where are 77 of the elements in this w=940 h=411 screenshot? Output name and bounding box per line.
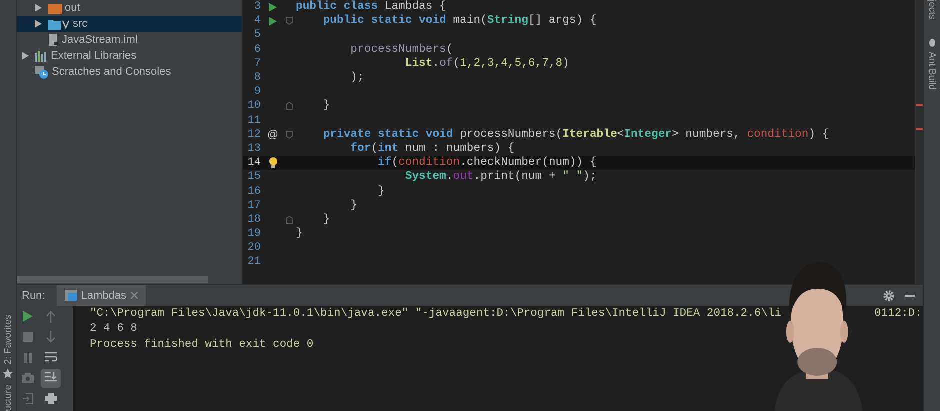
scratches-icon bbox=[35, 66, 49, 78]
line-number: 12 bbox=[246, 128, 261, 141]
minimize-icon[interactable] bbox=[905, 294, 915, 296]
console-line: Process finished with exit code 0 bbox=[90, 338, 314, 353]
line-number: 20 bbox=[246, 242, 261, 254]
code-line: for(int num : numbers) { bbox=[350, 142, 515, 155]
tree-item[interactable]: out bbox=[17, 0, 242, 16]
tool-window-tab[interactable]: 2: Favorites bbox=[2, 314, 14, 379]
console-line: 2 4 6 8 bbox=[90, 323, 138, 338]
code-line: public static void main(String[] args) { bbox=[322, 15, 597, 28]
line-number: 17 bbox=[246, 200, 261, 212]
run-tab[interactable]: Lambdas bbox=[57, 284, 146, 306]
console-line: "C:\Program Files\Java\jdk-11.0.1\bin\java.exe" "-javaagent:D:\Program Files\IntelliJ IDEA 2018.2.6\li bbox=[90, 308, 782, 322]
down-arrow-icon bbox=[46, 331, 56, 343]
code-line: } bbox=[322, 214, 330, 226]
wrap-icon bbox=[45, 352, 57, 363]
line-number: 18 bbox=[246, 214, 261, 226]
fold-icon[interactable] bbox=[286, 102, 292, 110]
console-line: 0112:D: bbox=[874, 308, 923, 322]
line-number: 10 bbox=[246, 100, 261, 112]
tree-item[interactable]: src bbox=[17, 16, 242, 32]
tool-window-tab[interactable]: ucture bbox=[2, 384, 14, 411]
tool-window-tab[interactable]: jects bbox=[926, 0, 938, 20]
code-line: System.out.print(num + " "); bbox=[404, 171, 597, 184]
code-line: private static void processNumbers(Iterable<Integer> numbers, condition) { bbox=[322, 128, 830, 141]
code-line: processNumbers( bbox=[350, 44, 454, 56]
line-number: 11 bbox=[246, 114, 261, 127]
run-label: Run: bbox=[22, 290, 46, 302]
line-number: 13 bbox=[246, 142, 261, 155]
line-number: 21 bbox=[246, 256, 261, 268]
star-icon bbox=[3, 368, 13, 379]
line-number: 15 bbox=[246, 171, 261, 184]
annotation-icon[interactable]: @ bbox=[267, 128, 279, 141]
code-line: } bbox=[296, 228, 303, 240]
scrollbar-thumb[interactable] bbox=[17, 276, 208, 283]
line-number: 3 bbox=[253, 1, 261, 14]
run-icon bbox=[23, 311, 33, 322]
line-number: 4 bbox=[253, 15, 261, 28]
library-icon bbox=[35, 50, 48, 62]
code-line: } bbox=[377, 186, 385, 198]
line-number: 8 bbox=[253, 72, 261, 84]
code-line: if(condition.checkNumber(num)) { bbox=[377, 157, 597, 170]
line-number: 16 bbox=[246, 186, 261, 198]
stop-icon bbox=[23, 332, 33, 342]
camera-icon bbox=[22, 373, 34, 383]
code-line: public class Lambdas { bbox=[296, 1, 446, 14]
line-number: 14 bbox=[246, 157, 261, 170]
tool-window-tab[interactable]: Ant Build bbox=[926, 38, 938, 90]
tree-item[interactable]: Scratches and Consoles bbox=[17, 64, 242, 80]
settings-icon[interactable] bbox=[883, 290, 895, 302]
toolbar-button[interactable] bbox=[41, 368, 61, 388]
exit-icon bbox=[22, 392, 34, 404]
pause-icon bbox=[24, 352, 32, 362]
fold-icon[interactable] bbox=[286, 17, 292, 26]
line-number: 5 bbox=[253, 29, 261, 42]
fold-icon[interactable] bbox=[286, 130, 292, 139]
line-number: 7 bbox=[253, 58, 261, 70]
file-icon bbox=[48, 34, 59, 46]
folder-icon bbox=[48, 2, 62, 14]
line-number: 6 bbox=[253, 44, 261, 56]
tree-item[interactable]: JavaStream.iml bbox=[17, 32, 242, 48]
console-icon bbox=[65, 290, 78, 301]
up-arrow-icon bbox=[46, 310, 56, 322]
code-line: } bbox=[350, 200, 358, 212]
tree-item[interactable]: External Libraries bbox=[17, 48, 242, 64]
fold-icon[interactable] bbox=[286, 216, 292, 224]
ant-icon bbox=[928, 38, 936, 48]
line-number: 19 bbox=[246, 228, 261, 240]
code-line: ); bbox=[350, 72, 364, 84]
folder-icon bbox=[48, 18, 70, 30]
code-line: List.of(1,2,3,4,5,6,7,8) bbox=[404, 58, 570, 70]
code-line: } bbox=[322, 100, 330, 112]
print-icon bbox=[45, 393, 57, 404]
bulb-icon[interactable] bbox=[268, 157, 278, 170]
line-number: 9 bbox=[253, 86, 261, 98]
close-icon[interactable] bbox=[130, 292, 138, 299]
scroll-to-end-icon bbox=[45, 372, 57, 384]
